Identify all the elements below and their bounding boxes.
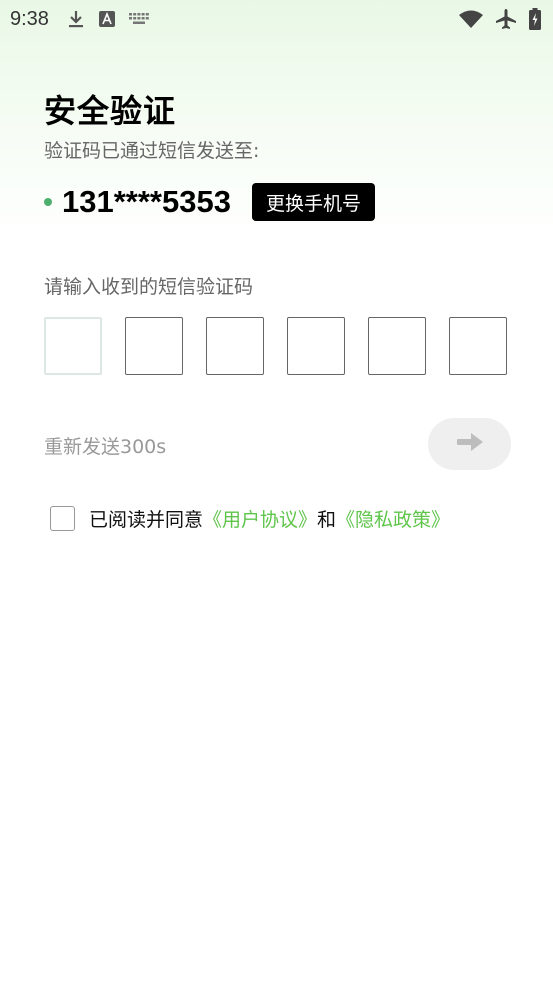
user-agreement-link[interactable]: 《用户协议》 [203,509,317,531]
agreement-row: 已阅读并同意《用户协议》和《隐私政策》 [50,505,450,532]
code-digit-box-5[interactable] [368,317,426,375]
phone-number: 131****5353 [62,184,231,219]
change-phone-button[interactable]: 更换手机号 [251,183,375,221]
privacy-policy-link[interactable]: 《隐私政策》 [336,509,450,531]
agreement-checkbox[interactable] [50,506,75,531]
airplane-icon [495,8,517,30]
agreement-and: 和 [317,509,337,531]
code-digit-box-4[interactable] [287,317,345,375]
page-subtitle: 验证码已通过短信发送至: [44,140,260,162]
phone-row: 131****5353 更换手机号 [44,180,375,224]
next-button[interactable] [428,418,511,470]
download-icon [67,9,85,29]
code-digit-box-3[interactable] [206,317,264,375]
agreement-prefix: 已阅读并同意 [89,509,204,531]
code-input-label: 请输入收到的短信验证码 [44,276,254,298]
keyboard-icon [128,13,149,25]
code-digit-box-6[interactable] [449,317,507,375]
status-bar: 9:38 [0,0,553,38]
page-title: 安全验证 [44,92,177,130]
agreement-text: 已阅读并同意《用户协议》和《隐私政策》 [89,505,450,532]
keyboard-a-icon [98,11,115,27]
status-left: 9:38 [10,8,163,31]
battery-icon [529,8,541,30]
status-time: 9:38 [10,7,49,30]
wifi-icon [459,10,483,28]
phone-dot-icon [44,198,52,206]
code-input-group [44,317,507,375]
status-right [447,8,541,30]
resend-countdown: 重新发送300s [44,436,167,458]
code-digit-box-1[interactable] [44,317,102,375]
arrow-right-icon [456,432,484,456]
code-digit-box-2[interactable] [125,317,183,375]
